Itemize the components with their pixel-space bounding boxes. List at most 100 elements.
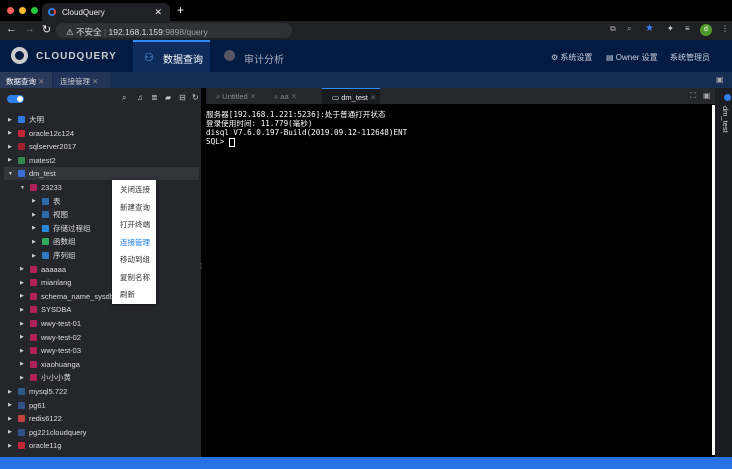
user-menu[interactable]: 系统管理员 [670, 52, 710, 63]
tree-node[interactable]: ▶ 视图 [32, 208, 68, 221]
minimize-window-button[interactable] [19, 7, 26, 14]
caret-right-icon[interactable]: ▶ [8, 402, 14, 408]
caret-right-icon[interactable]: ▶ [20, 321, 26, 327]
close-icon[interactable]: ✕ [250, 92, 256, 101]
collapse-icon[interactable]: ⊟ [179, 93, 186, 102]
tree-node[interactable]: ▶ wwy-test-01 [20, 317, 81, 330]
nav-data-query[interactable]: ⚇ 数据查询 [133, 40, 210, 72]
extensions-icon[interactable]: ✦ [667, 24, 674, 33]
close-panel-icon[interactable]: ▣ [703, 91, 711, 100]
caret-right-icon[interactable]: ▶ [20, 375, 26, 381]
tree-node[interactable]: ▶ oracle11g [8, 439, 61, 452]
tree-node[interactable]: ▶ wwy-test-02 [20, 331, 81, 344]
caret-right-icon[interactable]: ▶ [20, 361, 26, 367]
panel-toggle-icon[interactable]: ▣ [716, 75, 724, 84]
caret-right-icon[interactable]: ▶ [20, 280, 26, 286]
theme-toggle[interactable] [7, 95, 24, 103]
tree-node[interactable]: ▶ 存储过程组 [32, 222, 91, 235]
editor-tab[interactable]: ⌕ aa ✕ [264, 88, 322, 104]
caret-right-icon[interactable]: ▶ [20, 334, 26, 340]
owner-settings-link[interactable]: ▤ Owner 设置 [606, 52, 658, 63]
list-icon[interactable]: ≣ [151, 93, 158, 102]
tree-node[interactable]: ▶ 表 [32, 195, 61, 208]
context-menu-item[interactable]: 移动到组 [120, 254, 150, 265]
tree-node[interactable]: ▶ schema_name_sysdba [20, 290, 118, 303]
caret-right-icon[interactable]: ▶ [8, 117, 14, 123]
close-window-button[interactable] [7, 7, 14, 14]
tree-node[interactable]: ▼ 23233 [20, 181, 62, 194]
page-tab-query[interactable]: 数据查询 ✕ [0, 72, 52, 88]
forward-icon[interactable]: → [24, 23, 35, 35]
info-badge-icon[interactable] [724, 94, 731, 101]
tree-node[interactable]: ▶ oracle12c124 [8, 127, 74, 140]
system-settings-link[interactable]: ⚙ 系统设置 [551, 52, 592, 63]
caret-right-icon[interactable]: ▶ [32, 198, 38, 204]
caret-right-icon[interactable]: ▶ [8, 144, 14, 150]
tree-node[interactable]: ▶ 小小小黄 [20, 371, 71, 384]
right-panel-tab[interactable]: dm_test [721, 106, 730, 133]
caret-right-icon[interactable]: ▶ [32, 239, 38, 245]
context-menu-item[interactable]: 新建查询 [120, 202, 150, 213]
caret-down-icon[interactable]: ▼ [8, 171, 14, 177]
close-icon[interactable]: ✕ [370, 93, 376, 102]
caret-right-icon[interactable]: ▶ [8, 389, 14, 395]
menu-icon[interactable]: ⋮ [721, 24, 729, 33]
back-icon[interactable]: ← [6, 23, 17, 35]
context-menu-item[interactable]: 关闭连接 [120, 184, 150, 195]
context-menu-item[interactable]: 连接管理 [120, 237, 150, 248]
close-icon[interactable]: ✕ [92, 77, 98, 86]
caret-right-icon[interactable]: ▶ [8, 130, 14, 136]
tree-node[interactable]: ▶ SYSDBA [20, 303, 71, 316]
close-icon[interactable]: ✕ [38, 77, 44, 86]
refresh-icon[interactable]: ↻ [192, 93, 199, 102]
caret-right-icon[interactable]: ▶ [20, 348, 26, 354]
folder-icon[interactable]: ▰ [165, 93, 171, 102]
page-tab-connections[interactable]: 连接管理 ✕ [54, 72, 110, 88]
close-tab-icon[interactable]: ✕ [154, 7, 162, 18]
editor-tab[interactable]: ▭ dm_test ✕ [322, 88, 380, 104]
tree-node[interactable]: ▶ sqlserver2017 [8, 140, 76, 153]
bookmark-star-icon[interactable]: ★ [645, 23, 654, 34]
caret-right-icon[interactable]: ▶ [32, 212, 38, 218]
caret-right-icon[interactable]: ▶ [8, 429, 14, 435]
maximize-window-button[interactable] [31, 7, 38, 14]
context-menu-item[interactable]: 复制名称 [120, 272, 150, 283]
tree-node[interactable]: ▶ mianlang [20, 276, 71, 289]
tree-node[interactable]: ▶ pg61 [8, 399, 46, 412]
caret-down-icon[interactable]: ▼ [20, 185, 26, 191]
search-icon[interactable]: ⌕ [122, 93, 126, 103]
tree-node[interactable]: ▶ aaaaaa [20, 263, 66, 276]
caret-right-icon[interactable]: ▶ [20, 266, 26, 272]
close-icon[interactable]: ✕ [291, 92, 297, 101]
tree-node[interactable]: ▶ 大明 [8, 113, 44, 126]
nav-audit[interactable]: 审计分析 [220, 40, 284, 72]
tree-node[interactable]: ▼ dm_test [4, 167, 199, 181]
zoom-icon[interactable]: ⌕ [627, 24, 631, 34]
tree-node[interactable]: ▶ 序列组 [32, 249, 76, 262]
context-menu-item[interactable]: 刷新 [120, 289, 135, 300]
caret-right-icon[interactable]: ▶ [20, 307, 26, 313]
translate-icon[interactable]: ⧉ [610, 24, 616, 34]
fullscreen-icon[interactable]: ⛶ [690, 91, 696, 101]
profile-avatar[interactable]: d [700, 24, 712, 36]
reading-list-icon[interactable]: ≡ [685, 24, 690, 33]
caret-right-icon[interactable]: ▶ [8, 443, 14, 449]
caret-right-icon[interactable]: ▶ [32, 253, 38, 259]
reload-icon[interactable]: ↻ [42, 23, 51, 36]
terminal-output[interactable]: 服务器[192.168.1.221:5236]:处于普通打开状态 登录使用时间: … [206, 110, 407, 147]
tree-node[interactable]: ▶ xiaohuanga [20, 358, 80, 371]
browser-tab[interactable]: CloudQuery ✕ [42, 3, 170, 21]
tree-node[interactable]: ▶ matest2 [8, 154, 56, 167]
caret-right-icon[interactable]: ▶ [8, 157, 14, 163]
tree-node[interactable]: ▶ redis6122 [8, 412, 62, 425]
caret-right-icon[interactable]: ▶ [20, 293, 26, 299]
splitter-handle[interactable]: ⁞ [200, 262, 202, 271]
tree-node[interactable]: ▶ mysql5.722 [8, 385, 67, 398]
tree-node[interactable]: ▶ wwy-test-03 [20, 344, 81, 357]
new-tab-button[interactable]: + [177, 3, 184, 17]
context-menu-item[interactable]: 打开终端 [120, 219, 150, 230]
caret-right-icon[interactable]: ▶ [8, 416, 14, 422]
tree-node[interactable]: ▶ pg221cloudquery [8, 426, 87, 439]
bell-icon[interactable]: ♫ [137, 93, 143, 102]
url-input[interactable]: ⚠ 不安全 | 192.168.1.159:9898/query [56, 23, 292, 38]
